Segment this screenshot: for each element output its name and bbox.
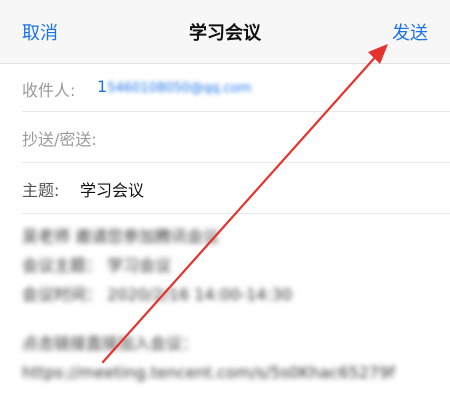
body-line-time: 会议时间： 2020/2/16 14:00-14:30 xyxy=(22,285,293,304)
recipient-address-blurred: 5460108050@qq.com xyxy=(107,81,252,96)
navigation-bar: 取消 学习会议 发送 xyxy=(0,0,450,64)
cc-bcc-row[interactable]: 抄送/密送: xyxy=(22,112,450,163)
send-button[interactable]: 发送 xyxy=(392,19,428,45)
body-line-link[interactable]: https://meeting.tencent.com/s/5s0Khac652… xyxy=(22,358,442,387)
recipient-label: 收件人: xyxy=(22,81,76,100)
cc-bcc-label: 抄送/密送: xyxy=(22,130,97,149)
recipient-field[interactable]: 15460108050@qq.com xyxy=(97,77,251,96)
page-title: 学习会议 xyxy=(189,23,261,44)
recipient-first-char: 1 xyxy=(97,77,108,96)
message-body[interactable]: 吴老师 邀请您参加腾讯会议 会议主题： 学习会议 会议时间： 2020/2/16… xyxy=(22,222,442,387)
subject-field[interactable]: 学习会议 xyxy=(80,177,144,201)
subject-label: 主题: xyxy=(22,181,60,200)
body-line-topic: 会议主题： 学习会议 xyxy=(22,256,172,275)
subject-row[interactable]: 主题: 学习会议 xyxy=(22,163,450,214)
recipient-row[interactable]: 收件人: 15460108050@qq.com xyxy=(22,63,450,112)
body-line-join: 点击链接直接加入会议： xyxy=(22,334,199,353)
body-line-invitation: 吴老师 邀请您参加腾讯会议 xyxy=(22,227,220,246)
